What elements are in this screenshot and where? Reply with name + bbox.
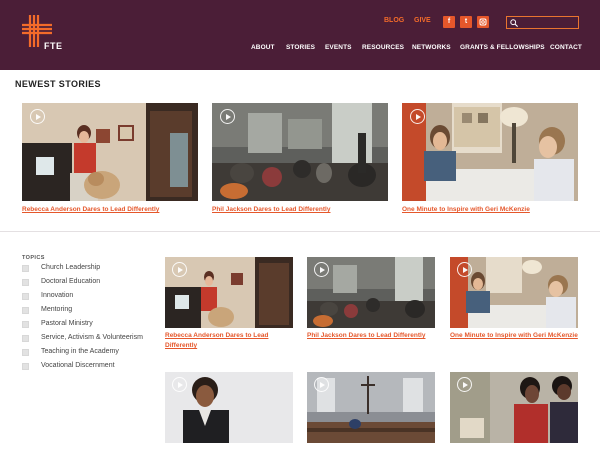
facebook-icon[interactable]: f	[443, 16, 455, 28]
nav-grants-fellowships[interactable]: GRANTS & FELLOWSHIPS	[460, 44, 545, 51]
story-card[interactable]	[450, 372, 578, 450]
checkbox[interactable]	[22, 335, 29, 342]
story-thumbnail[interactable]	[402, 103, 578, 201]
twitter-icon[interactable]: t	[460, 16, 472, 28]
checkbox[interactable]	[22, 293, 29, 300]
play-icon[interactable]	[410, 109, 425, 124]
story-link[interactable]: One Minute to Inspire with Geri McKenzie	[402, 205, 578, 215]
nav-about[interactable]: ABOUT	[251, 44, 275, 51]
story-thumbnail[interactable]	[212, 103, 388, 201]
nav-resources[interactable]: RESOURCES	[362, 44, 404, 51]
story-link[interactable]: One Minute to Inspire with Geri McKenzie	[450, 331, 578, 341]
nav-stories[interactable]: STORIES	[286, 44, 315, 51]
story-link[interactable]: Phil Jackson Dares to Lead Differently	[212, 205, 388, 215]
instagram-icon[interactable]	[477, 16, 489, 28]
story-card[interactable]	[165, 372, 293, 450]
search-icon[interactable]	[510, 19, 518, 27]
checkbox[interactable]	[22, 265, 29, 272]
search-box	[506, 16, 579, 29]
story-card[interactable]: Rebecca Anderson Dares to Lead Different…	[22, 103, 198, 221]
checkbox[interactable]	[22, 307, 29, 314]
play-icon[interactable]	[314, 377, 329, 392]
story-card[interactable]: One Minute to Inspire with Geri McKenzie	[402, 103, 578, 221]
site-header: FTE BLOG GIVE f t ABOUT STORIES EVENTS R…	[0, 0, 600, 70]
story-card[interactable]: Phil Jackson Dares to Lead Differently	[307, 257, 435, 357]
section-divider	[0, 231, 600, 232]
main-nav: ABOUT STORIES EVENTS RESOURCES NETWORKS …	[0, 44, 600, 56]
story-card[interactable]: One Minute to Inspire with Geri McKenzie	[450, 257, 578, 357]
topics-heading: TOPICS	[22, 255, 45, 261]
story-link[interactable]: Rebecca Anderson Dares to Lead Different…	[165, 331, 275, 351]
checkbox[interactable]	[22, 363, 29, 370]
checkbox[interactable]	[22, 279, 29, 286]
play-icon[interactable]	[220, 109, 235, 124]
story-thumbnail[interactable]	[22, 103, 198, 201]
nav-events[interactable]: EVENTS	[325, 44, 352, 51]
play-icon[interactable]	[172, 377, 187, 392]
search-input[interactable]	[520, 17, 576, 28]
checkbox[interactable]	[22, 321, 29, 328]
story-card[interactable]	[307, 372, 435, 450]
checkbox[interactable]	[22, 349, 29, 356]
nav-contact[interactable]: CONTACT	[550, 44, 582, 51]
play-icon[interactable]	[457, 377, 472, 392]
story-link[interactable]: Phil Jackson Dares to Lead Differently	[307, 331, 435, 341]
story-card[interactable]: Rebecca Anderson Dares to Lead Different…	[165, 257, 293, 357]
play-icon[interactable]	[314, 262, 329, 277]
story-card[interactable]: Phil Jackson Dares to Lead Differently	[212, 103, 388, 221]
play-icon[interactable]	[457, 262, 472, 277]
story-link[interactable]: Rebecca Anderson Dares to Lead Different…	[22, 205, 198, 215]
give-link[interactable]: GIVE	[414, 17, 431, 24]
nav-networks[interactable]: NETWORKS	[412, 44, 451, 51]
newest-stories-heading: NEWEST STORIES	[15, 79, 101, 89]
play-icon[interactable]	[172, 262, 187, 277]
play-icon[interactable]	[30, 109, 45, 124]
blog-link[interactable]: BLOG	[384, 17, 404, 24]
